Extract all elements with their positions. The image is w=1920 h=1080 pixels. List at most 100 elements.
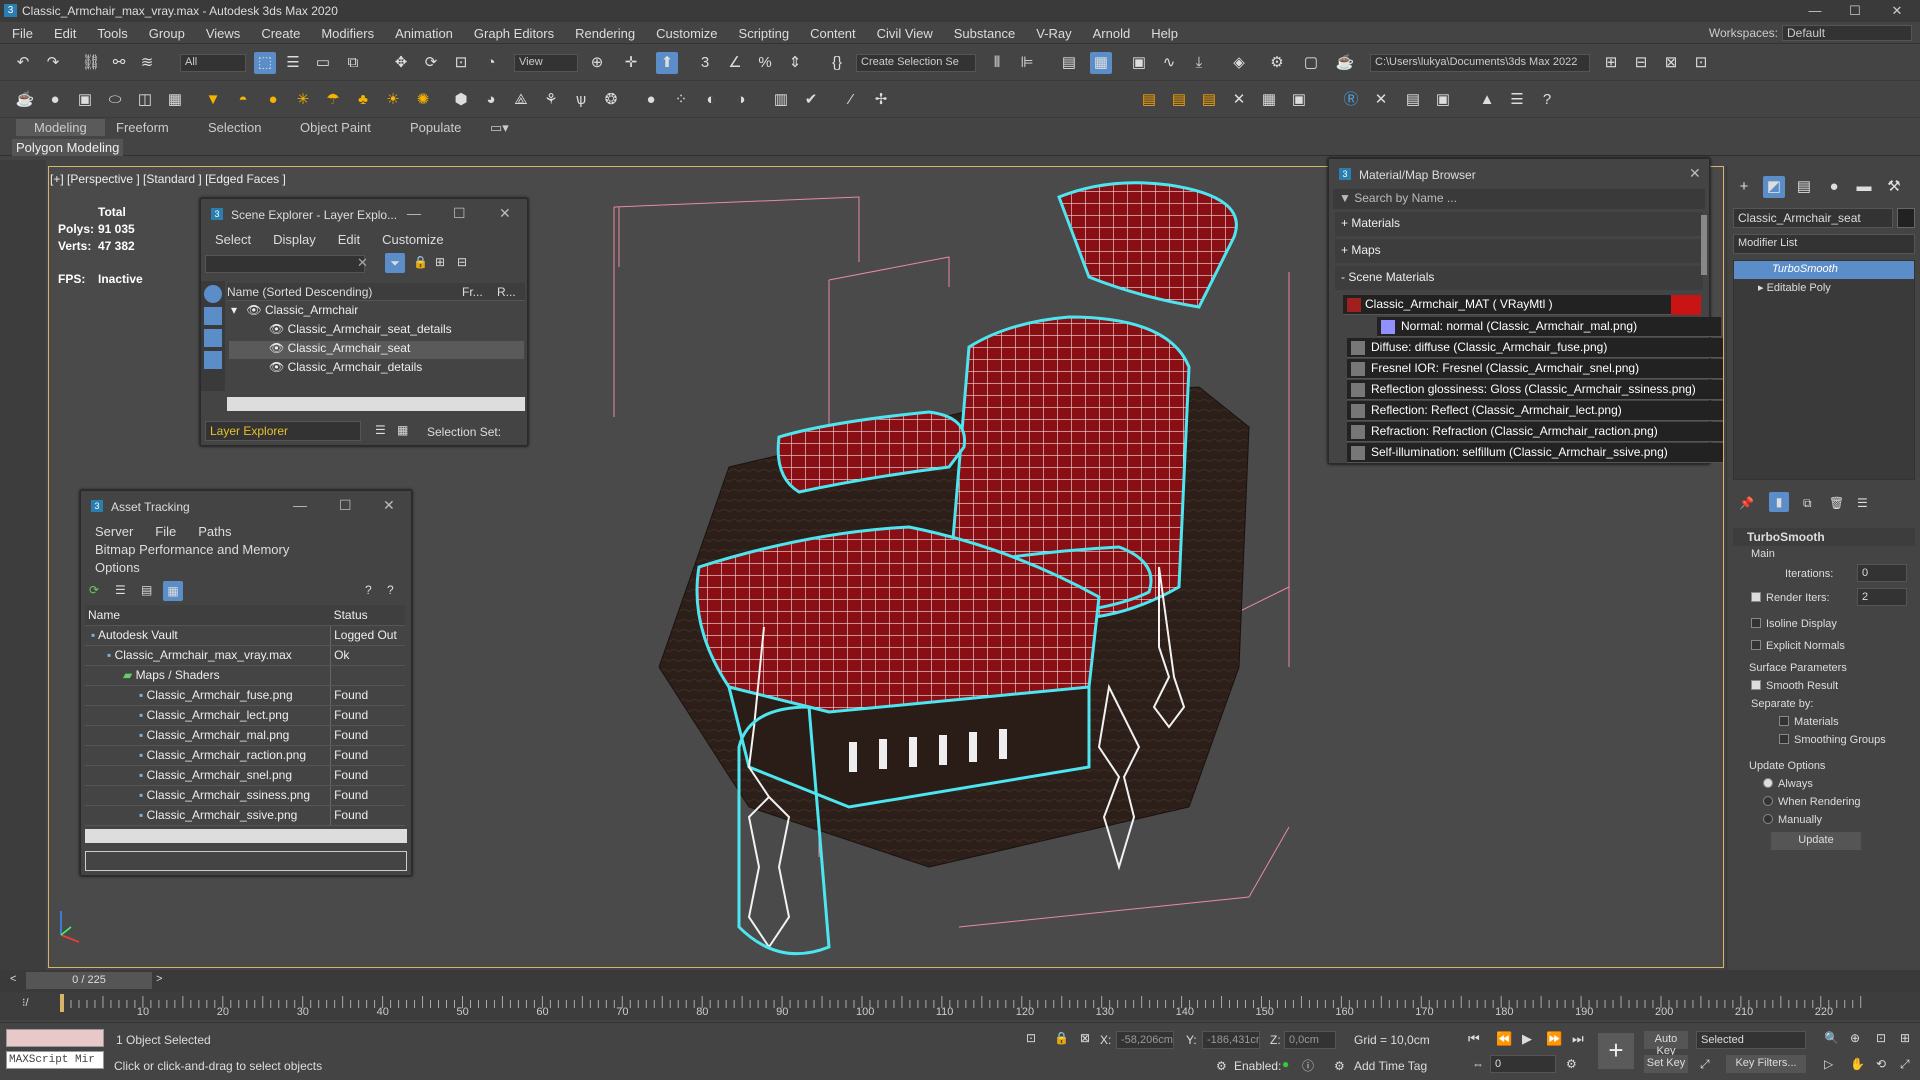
help-icon[interactable]: ? [365, 583, 372, 597]
scene-row[interactable]: 👁 Classic_Armchair_seat_details [229, 322, 524, 340]
time-tag-icon[interactable]: ⚙ [1334, 1059, 1345, 1073]
angle-snap-icon[interactable]: ∠ [724, 52, 746, 74]
box-green-icon[interactable]: ▣ [1288, 89, 1310, 111]
at-menu-server[interactable]: Server [81, 521, 141, 539]
stack-item-turbosmooth[interactable]: TurboSmooth [1734, 261, 1914, 279]
schematic-view-icon[interactable]: ⤓ [1188, 52, 1210, 74]
notes-icon[interactable]: ☰ [1506, 89, 1528, 111]
align-icon[interactable]: ⊫ [1016, 52, 1038, 74]
at-menu-file[interactable]: File [141, 521, 184, 539]
layer-explorer-icon[interactable]: ▦ [1090, 52, 1112, 74]
materials-checkbox[interactable]: Materials [1779, 716, 1839, 728]
minimize-icon[interactable]: — [407, 205, 421, 221]
selection-lock-icon[interactable]: 🔒 [1054, 1031, 1069, 1045]
menu-group[interactable]: Group [137, 22, 194, 44]
maxscript-listener-top[interactable] [6, 1029, 104, 1047]
menu-help[interactable]: Help [1139, 22, 1187, 44]
menu-animation[interactable]: Animation [383, 22, 462, 44]
pan-icon[interactable]: ✋ [1850, 1057, 1865, 1071]
sun-icon[interactable]: ☀ [382, 89, 404, 111]
project-path-dropdown[interactable]: C:\Users\lukya\Documents\3ds Max 2022 [1370, 54, 1590, 72]
modify-tab-icon[interactable]: ◩ [1763, 176, 1785, 198]
vray-render-icon[interactable]: ✔ [800, 89, 822, 111]
move-icon[interactable]: ✥ [390, 52, 412, 74]
light-ies-icon[interactable]: ☂ [322, 89, 344, 111]
material-editor-icon[interactable]: ◈ [1228, 52, 1250, 74]
vray-plane-icon[interactable]: ⟁ [510, 89, 532, 111]
z-coordinate-field[interactable]: 0,0cm [1284, 1031, 1336, 1049]
display-geometry-icon[interactable] [204, 307, 222, 325]
menu-substance[interactable]: Substance [942, 22, 1024, 44]
expand-icon[interactable]: ▸ [1758, 282, 1767, 294]
fp-icon[interactable]: ▤ [1138, 89, 1160, 111]
help-icon[interactable]: ? [1536, 89, 1558, 111]
placement-icon[interactable]: ◔ [480, 52, 502, 74]
tab-object-paint[interactable]: Object Paint [300, 120, 371, 135]
mirror-icon[interactable]: ⫴ [986, 52, 1008, 74]
make-unique-icon[interactable]: ⧉ [1803, 496, 1812, 511]
visibility-eye-icon[interactable]: 👁 [269, 341, 284, 355]
visibility-eye-icon[interactable]: 👁 [246, 303, 261, 317]
close-icon[interactable]: ✕ [383, 497, 395, 514]
object-name-field[interactable]: Classic_Armchair_seat [1733, 208, 1893, 228]
explicit-normals-checkbox[interactable]: Explicit Normals [1751, 640, 1845, 652]
menu-rendering[interactable]: Rendering [563, 22, 644, 44]
rendered-frame-icon[interactable]: ▢ [1300, 52, 1322, 74]
unlink-icon[interactable]: ⚯ [108, 52, 130, 74]
frame-counter[interactable]: 0 / 225 [26, 972, 152, 989]
at-menu-options[interactable]: Options [81, 557, 148, 575]
chart-icon[interactable]: ▲ [1476, 89, 1498, 111]
spinner-snap-icon[interactable]: ⇕ [784, 52, 806, 74]
stack-item-editable-poly[interactable]: ▸ Editable Poly [1734, 279, 1914, 297]
tools-icon[interactable]: ✕ [1228, 89, 1250, 111]
sphere-icon[interactable]: ● [44, 89, 66, 111]
selection-filter-dropdown[interactable]: All [180, 54, 246, 72]
viewport-label[interactable]: [+] [Perspective ] [Standard ] [Edged Fa… [50, 172, 286, 186]
key-filters-button[interactable]: Key Filters... [1726, 1055, 1806, 1073]
se-menu-edit[interactable]: Edit [324, 229, 368, 247]
light-ambient-icon[interactable]: ♣ [352, 89, 374, 111]
col-name-header[interactable]: Name (Sorted Descending) [227, 285, 372, 299]
tube-icon[interactable]: ◫ [134, 89, 156, 111]
goto-end-icon[interactable]: ⏭ [1572, 1031, 1584, 1047]
motion-tab-icon[interactable]: ● [1823, 176, 1845, 198]
map-item[interactable]: Self-illumination: selfillum (Classic_Ar… [1347, 443, 1723, 463]
fov-icon[interactable]: ▷ [1824, 1057, 1833, 1071]
asset-row[interactable]: ▪ Classic_Armchair_max_vray.max Ok [85, 645, 405, 666]
mini-curve-editor-icon[interactable]: ⁝/ [22, 996, 29, 1009]
add-time-tag[interactable]: Add Time Tag [1354, 1059, 1427, 1073]
at-menu-bitmap[interactable]: Bitmap Performance and Memory [81, 539, 297, 557]
tab-selection[interactable]: Selection [208, 120, 261, 135]
panel-icon[interactable]: ▣ [1432, 89, 1454, 111]
time-marker[interactable] [60, 994, 64, 1012]
prev-key-icon[interactable]: ⏪ [1496, 1031, 1512, 1047]
track-bar[interactable]: ⁝/ 10 20 30 40 50 60 70 80 90 100 110 120 130 140 150 1… [0, 992, 1920, 1020]
render-setup-icon[interactable]: ⚙ [1266, 52, 1288, 74]
col-status-header[interactable]: Status [330, 605, 405, 626]
undo-icon[interactable]: ↶ [12, 52, 34, 74]
display-cameras-icon[interactable] [204, 351, 222, 369]
update-button[interactable]: Update [1771, 832, 1861, 850]
rc-icon[interactable]: Ⓡ [1340, 89, 1362, 111]
vray-material-icon[interactable]: ● [640, 89, 662, 111]
smoothing-groups-checkbox[interactable]: Smoothing Groups [1779, 734, 1886, 746]
asset-row[interactable]: ▰ Maps / Shaders [85, 665, 405, 686]
close-icon[interactable]: ✕ [499, 205, 511, 222]
absolute-mode-icon[interactable]: ⊠ [1080, 1031, 1090, 1045]
zoom-icon[interactable]: 🔍 [1824, 1031, 1839, 1045]
next-frame-icon[interactable]: > [156, 973, 162, 985]
tab-populate[interactable]: Populate [410, 120, 461, 135]
col-fr-header[interactable]: Fr... [462, 285, 483, 299]
display-lights-icon[interactable] [204, 329, 222, 347]
show-end-result-icon[interactable]: ▮ [1769, 492, 1789, 512]
close-button[interactable]: ✕ [1882, 2, 1912, 20]
map-item[interactable]: Reflection glossiness: Gloss (Classic_Ar… [1347, 380, 1723, 400]
iterations-spinner[interactable]: 0 [1857, 564, 1907, 582]
maximize-button[interactable]: ☐ [1840, 2, 1870, 20]
material-search-input[interactable]: ▼ Search by Name ... [1333, 189, 1705, 209]
asset-row[interactable]: ▪ Autodesk Vault Logged Out [85, 625, 405, 646]
light-spot-icon[interactable]: ▼ [202, 89, 224, 111]
se-menu-customize[interactable]: Customize [368, 229, 451, 247]
keyboard-shortcut-icon[interactable]: ⬆ [656, 52, 678, 74]
fb-icon[interactable]: ▤ [1168, 89, 1190, 111]
